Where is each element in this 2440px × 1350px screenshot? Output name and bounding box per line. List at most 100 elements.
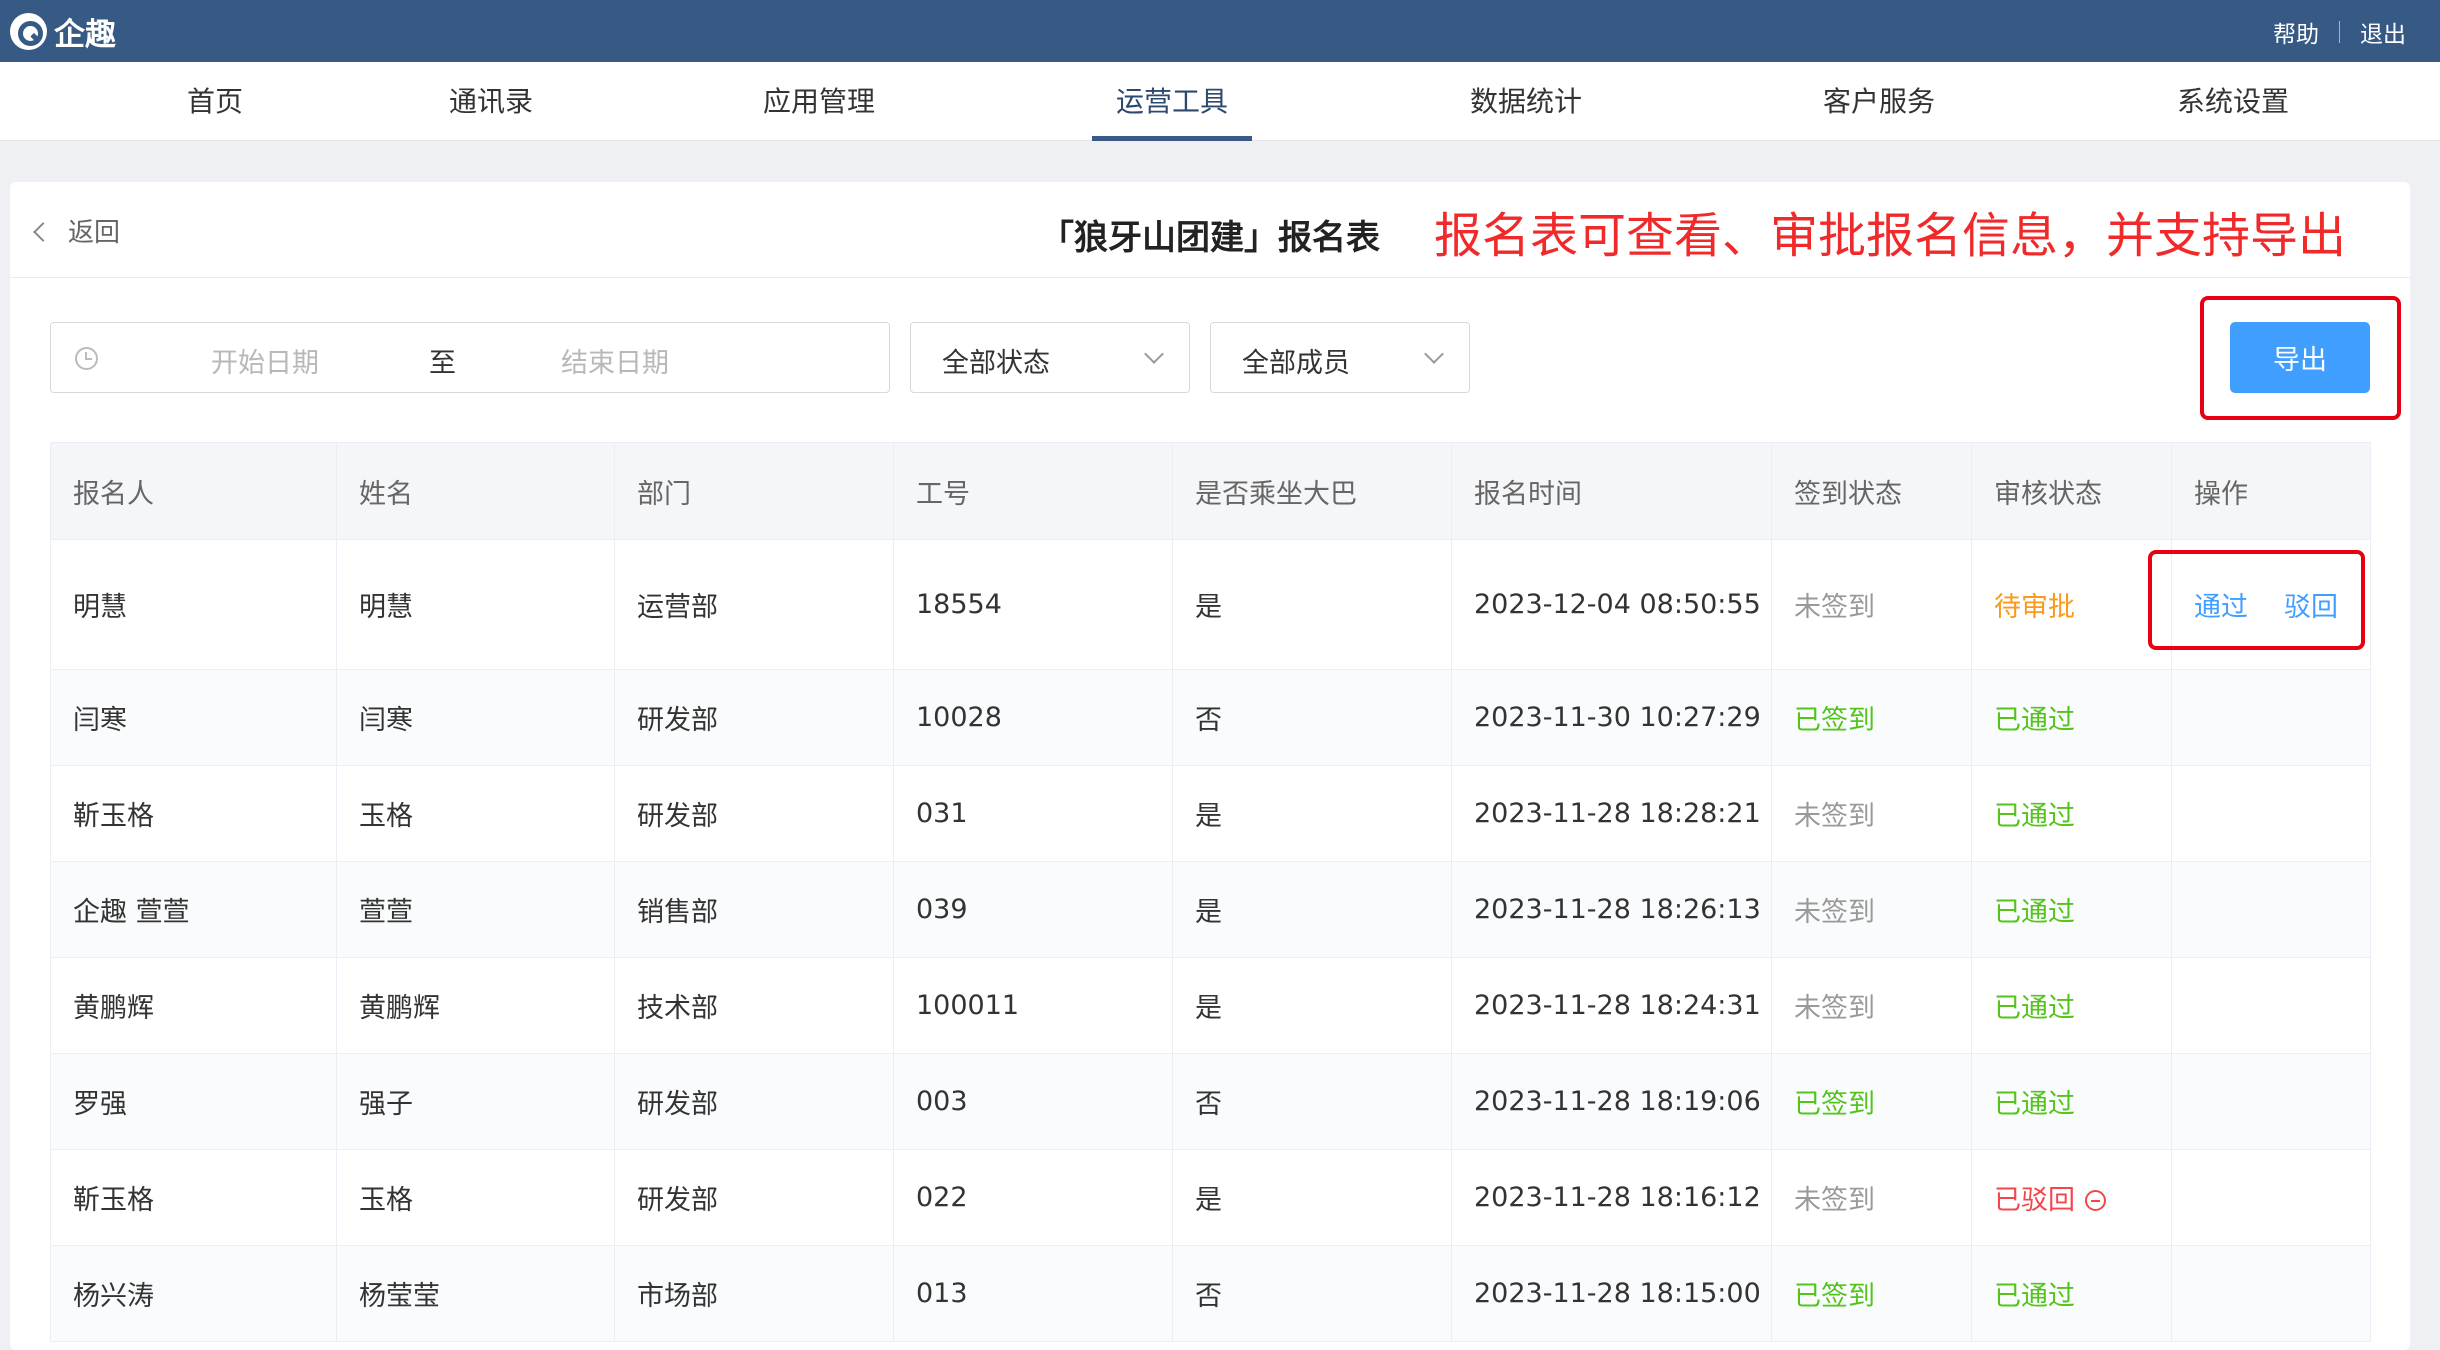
status-select-value: 全部状态 xyxy=(942,348,1050,379)
logout-link[interactable]: 退出 xyxy=(2360,15,2406,49)
cell-department: 销售部 xyxy=(614,861,894,958)
content-card: 返回 「狼牙山团建」报名表 报名表可查看、审批报名信息，并支持导出 开始日期 至… xyxy=(10,182,2410,1350)
brand-name: 企趣 xyxy=(54,16,116,53)
table-header-row: 报名人 姓名 部门 工号 是否乘坐大巴 报名时间 签到状态 审核状态 操作 xyxy=(50,442,2371,540)
cell-checkin-status: 未签到 xyxy=(1771,539,1972,670)
cell-department: 技术部 xyxy=(614,957,894,1054)
cell-employee-id: 100011 xyxy=(893,957,1173,1054)
cell-actions xyxy=(2171,1053,2371,1150)
cell-actions xyxy=(2171,1149,2371,1246)
end-date-input[interactable]: 结束日期 xyxy=(561,341,669,380)
cell-department: 研发部 xyxy=(614,1149,894,1246)
member-select-value: 全部成员 xyxy=(1242,348,1350,379)
cell-checkin-status: 已签到 xyxy=(1771,669,1972,766)
column-header-checkin-status[interactable]: 签到状态 xyxy=(1771,442,1972,540)
cell-registrant: 企趣 萱萱 xyxy=(50,861,337,958)
back-button[interactable]: 返回 xyxy=(33,212,120,249)
chevron-down-icon xyxy=(1424,344,1444,364)
table-row: 闫寒 闫寒 研发部 10028 否 2023-11-30 10:27:29 已签… xyxy=(50,669,2371,766)
date-range-separator: 至 xyxy=(429,348,456,379)
cell-bus: 是 xyxy=(1172,861,1452,958)
cell-department: 研发部 xyxy=(614,765,894,862)
cell-department: 市场部 xyxy=(614,1245,894,1342)
nav-item-contacts[interactable]: 通讯录 xyxy=(425,62,557,141)
reject-button[interactable]: 驳回 xyxy=(2284,592,2338,623)
cell-registration-time: 2023-11-28 18:16:12 xyxy=(1451,1149,1772,1246)
cell-registrant: 杨兴涛 xyxy=(50,1245,337,1342)
table-row: 黄鹏辉 黄鹏辉 技术部 100011 是 2023-11-28 18:24:31… xyxy=(50,957,2371,1054)
card-header: 返回 「狼牙山团建」报名表 报名表可查看、审批报名信息，并支持导出 xyxy=(10,182,2410,278)
cell-checkin-status: 未签到 xyxy=(1771,957,1972,1054)
cell-registration-time: 2023-12-04 08:50:55 xyxy=(1451,539,1772,670)
cell-department: 运营部 xyxy=(614,539,894,670)
cell-name: 玉格 xyxy=(336,765,615,862)
cell-review-status: 已通过 xyxy=(1971,765,2172,862)
nav-item-system-settings[interactable]: 系统设置 xyxy=(2153,62,2313,141)
column-header-registrant[interactable]: 报名人 xyxy=(50,442,337,540)
cell-review-status: 已通过 xyxy=(1971,1053,2172,1150)
nav-item-operations-tools[interactable]: 运营工具 xyxy=(1091,62,1253,141)
cell-review-status: 待审批 xyxy=(1971,539,2172,670)
cell-registration-time: 2023-11-28 18:26:13 xyxy=(1451,861,1772,958)
cell-bus: 是 xyxy=(1172,957,1452,1054)
nav-item-customer-service[interactable]: 客户服务 xyxy=(1799,62,1959,141)
cell-review-status: 已通过 xyxy=(1971,669,2172,766)
member-select[interactable]: 全部成员 xyxy=(1210,322,1470,393)
cell-registrant: 靳玉格 xyxy=(50,1149,337,1246)
column-header-registration-time[interactable]: 报名时间 xyxy=(1451,442,1772,540)
approve-button[interactable]: 通过 xyxy=(2194,592,2248,623)
cell-bus: 否 xyxy=(1172,1053,1452,1150)
cell-review-status: 已通过 xyxy=(1971,1245,2172,1342)
nav-item-app-management[interactable]: 应用管理 xyxy=(739,62,899,141)
brand[interactable]: 企趣 xyxy=(10,10,116,53)
cell-name: 明慧 xyxy=(336,539,615,670)
cell-registration-time: 2023-11-28 18:15:00 xyxy=(1451,1245,1772,1342)
page-title: 「狼牙山团建」报名表 xyxy=(1040,218,1380,258)
cell-bus: 是 xyxy=(1172,765,1452,862)
cell-department: 研发部 xyxy=(614,1053,894,1150)
start-date-input[interactable]: 开始日期 xyxy=(211,341,319,380)
cell-name: 玉格 xyxy=(336,1149,615,1246)
column-header-actions: 操作 xyxy=(2171,442,2371,540)
status-select[interactable]: 全部状态 xyxy=(910,322,1190,393)
table-row: 企趣 萱萱 萱萱 销售部 039 是 2023-11-28 18:26:13 未… xyxy=(50,861,2371,958)
clock-icon xyxy=(75,347,98,370)
column-header-review-status[interactable]: 审核状态 xyxy=(1971,442,2172,540)
cell-bus: 是 xyxy=(1172,539,1452,670)
cell-employee-id: 003 xyxy=(893,1053,1173,1150)
cell-name: 黄鹏辉 xyxy=(336,957,615,1054)
cell-employee-id: 039 xyxy=(893,861,1173,958)
cell-actions: 通过 驳回 xyxy=(2171,539,2371,670)
column-header-department[interactable]: 部门 xyxy=(614,442,894,540)
column-header-employee-id[interactable]: 工号 xyxy=(893,442,1173,540)
cell-review-status: 已通过 xyxy=(1971,861,2172,958)
cell-bus: 否 xyxy=(1172,1245,1452,1342)
table-row: 罗强 强子 研发部 003 否 2023-11-28 18:19:06 已签到 … xyxy=(50,1053,2371,1150)
cell-registration-time: 2023-11-30 10:27:29 xyxy=(1451,669,1772,766)
help-link[interactable]: 帮助 xyxy=(2273,15,2319,49)
cell-name: 杨莹莹 xyxy=(336,1245,615,1342)
table-row: 杨兴涛 杨莹莹 市场部 013 否 2023-11-28 18:15:00 已签… xyxy=(50,1245,2371,1342)
cell-actions xyxy=(2171,669,2371,766)
cell-employee-id: 031 xyxy=(893,765,1173,862)
table-row: 明慧 明慧 运营部 18554 是 2023-12-04 08:50:55 未签… xyxy=(50,539,2371,670)
date-range-picker[interactable]: 开始日期 至 结束日期 xyxy=(50,322,890,393)
cell-registration-time: 2023-11-28 18:28:21 xyxy=(1451,765,1772,862)
cell-actions xyxy=(2171,765,2371,862)
cell-name: 萱萱 xyxy=(336,861,615,958)
cell-checkin-status: 未签到 xyxy=(1771,1149,1972,1246)
column-header-name[interactable]: 姓名 xyxy=(336,442,615,540)
minus-circle-icon[interactable] xyxy=(2085,1190,2106,1211)
export-button[interactable]: 导出 xyxy=(2230,322,2370,393)
cell-actions xyxy=(2171,861,2371,958)
nav-item-data-statistics[interactable]: 数据统计 xyxy=(1446,62,1606,141)
cell-name: 闫寒 xyxy=(336,669,615,766)
table-row: 靳玉格 玉格 研发部 031 是 2023-11-28 18:28:21 未签到… xyxy=(50,765,2371,862)
registration-table: 报名人 姓名 部门 工号 是否乘坐大巴 报名时间 签到状态 审核状态 操作 明慧… xyxy=(50,442,2371,1342)
column-header-bus[interactable]: 是否乘坐大巴 xyxy=(1172,442,1452,540)
cell-registrant: 靳玉格 xyxy=(50,765,337,862)
nav-item-home[interactable]: 首页 xyxy=(163,62,267,141)
cell-bus: 否 xyxy=(1172,669,1452,766)
table-row: 靳玉格 玉格 研发部 022 是 2023-11-28 18:16:12 未签到… xyxy=(50,1149,2371,1246)
main-nav: 首页 通讯录 应用管理 运营工具 数据统计 客户服务 系统设置 xyxy=(0,62,2440,141)
